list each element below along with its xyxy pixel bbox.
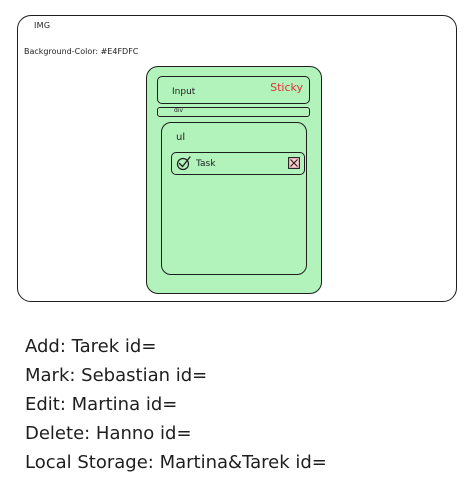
- sticky-app-container: Input Sticky div ul Task: [146, 66, 322, 294]
- note-add: Add: Tarek id=: [25, 336, 157, 357]
- img-label: IMG: [34, 21, 51, 30]
- div-label: div: [174, 107, 184, 114]
- note-mark: Mark: Sebastian id=: [25, 365, 208, 386]
- div-container: div: [157, 107, 310, 117]
- close-box-icon[interactable]: [288, 157, 300, 169]
- screen-frame: IMG Background-Color: #E4FDFC Input Stic…: [17, 15, 457, 302]
- background-color-label: Background-Color: #E4FDFC: [24, 47, 139, 56]
- app-title: Sticky: [270, 81, 303, 94]
- note-local-storage: Local Storage: Martina&Tarek id=: [25, 452, 327, 473]
- check-circle-icon[interactable]: [175, 155, 193, 171]
- list-label: ul: [176, 132, 186, 143]
- task-label: Task: [196, 159, 216, 169]
- task-input[interactable]: Input Sticky: [157, 76, 310, 104]
- input-label: Input: [172, 87, 196, 97]
- note-delete: Delete: Hanno id=: [25, 423, 192, 444]
- note-edit: Edit: Martina id=: [25, 394, 178, 415]
- task-list: ul Task: [161, 122, 307, 275]
- assignment-notes: Add: Tarek id= Mark: Sebastian id= Edit:…: [25, 332, 327, 477]
- list-item[interactable]: Task: [171, 152, 305, 175]
